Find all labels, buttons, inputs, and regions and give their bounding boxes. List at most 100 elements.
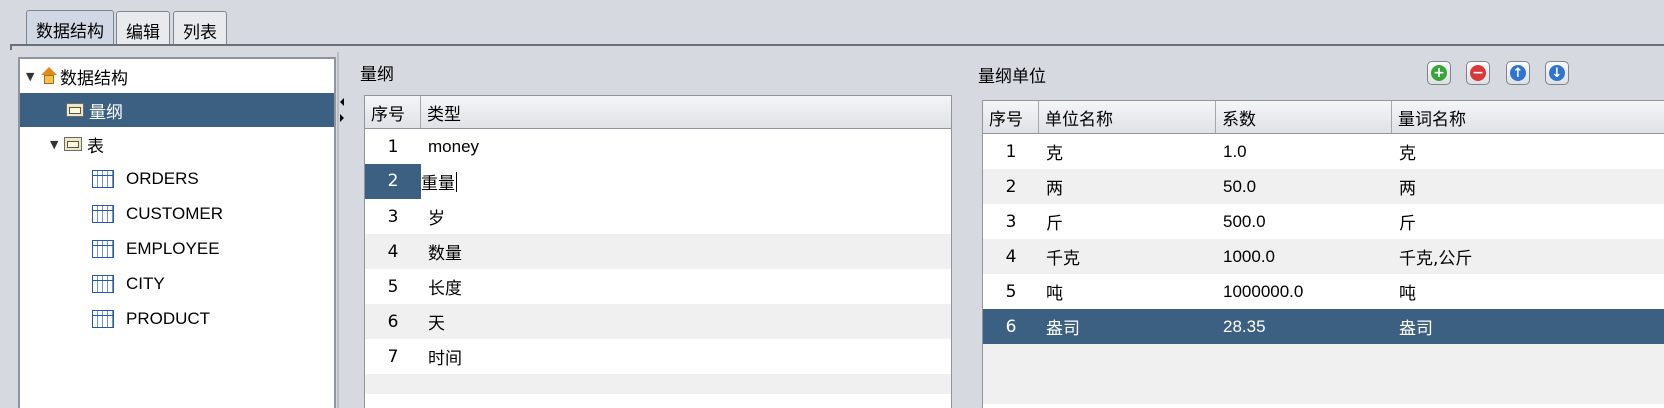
table-row[interactable]: 7 时间 [365,339,951,374]
expand-triangle-icon[interactable]: ▼ [26,70,40,83]
splitter-arrows-icon[interactable] [337,52,351,408]
table-row-editing[interactable]: 2 重量 [365,164,951,199]
row-measure-name[interactable]: 吨 [1392,279,1664,304]
row-measure-name[interactable]: 克 [1392,139,1664,164]
row-number: 3 [1005,211,1017,232]
tree-table-label: CUSTOMER [126,203,223,223]
add-icon: + [1431,65,1447,81]
row-factor[interactable]: 28.35 [1216,317,1392,337]
row-number: 4 [387,241,399,262]
tree-table-label: EMPLOYEE [126,238,220,258]
table-icon [92,274,114,293]
row-factor[interactable]: 1000000.0 [1216,282,1392,302]
row-type[interactable]: 长度 [421,274,951,299]
tree-table-label: ORDERS [126,168,199,188]
remove-icon: − [1470,65,1486,81]
table-row[interactable]: 6 天 [365,304,951,339]
table-row[interactable]: 3 岁 [365,199,951,234]
table-icon [92,309,114,328]
column-header-unit-name[interactable]: 单位名称 [1039,101,1216,133]
row-type[interactable]: money [421,137,951,157]
column-header-measure-name[interactable]: 量词名称 [1392,101,1664,133]
tab-edit[interactable]: 编辑 [116,11,170,45]
arrow-down-icon: ↓ [1549,65,1565,81]
type-edit-field[interactable]: 重量 [421,164,951,199]
dimension-table: 序号 类型 1 money 2 重量 3 岁 4 数量 5 长度 6 天 7 时… [364,95,952,408]
table-row[interactable]: 4 千克 1000.0 千克,公斤 [983,239,1664,274]
column-header-no[interactable]: 序号 [983,101,1039,133]
add-button[interactable]: + [1427,61,1451,85]
row-factor[interactable]: 500.0 [1216,212,1392,232]
tab-strip [0,0,1664,46]
unit-panel-title: 量纲单位 [978,67,1046,87]
table-row[interactable]: 3 斤 500.0 斤 [983,204,1664,239]
row-number: 6 [387,311,399,332]
row-measure-name[interactable]: 盎司 [1392,314,1664,339]
table-icon [92,204,114,223]
column-header-type[interactable]: 类型 [421,96,951,128]
row-number: 2 [1005,176,1017,197]
expand-triangle-icon[interactable]: ▼ [50,138,64,151]
row-unit-name[interactable]: 盎司 [1039,314,1216,339]
tree-root[interactable]: ▼ 数据结构 [20,59,334,93]
row-measure-name[interactable]: 千克,公斤 [1392,244,1664,269]
row-unit-name[interactable]: 克 [1039,139,1216,164]
tree-table-city[interactable]: CITY [20,266,334,301]
folder-icon [64,137,82,151]
row-unit-name[interactable]: 斤 [1039,209,1216,234]
row-number: 5 [1005,281,1017,302]
row-number: 2 [365,164,421,199]
row-type[interactable]: 天 [421,309,951,334]
row-type[interactable]: 数量 [421,239,951,264]
table-header: 序号 类型 [365,96,951,129]
tree-root-label: 数据结构 [60,68,128,89]
move-down-button[interactable]: ↓ [1545,61,1569,85]
table-row[interactable]: 2 两 50.0 两 [983,169,1664,204]
tree-table-product[interactable]: PRODUCT [20,301,334,336]
splitter[interactable] [337,52,351,408]
empty-area [983,344,1664,404]
row-unit-name[interactable]: 千克 [1039,244,1216,269]
column-header-factor[interactable]: 系数 [1216,101,1392,133]
tree-item-label: 量纲 [89,102,123,123]
house-icon [40,67,58,85]
tree-table-label: CITY [126,273,165,293]
table-row[interactable]: 1 克 1.0 克 [983,134,1664,169]
tree-table-label: PRODUCT [126,308,211,328]
tree-table-orders[interactable]: ORDERS [20,161,334,196]
row-number: 1 [1005,141,1017,162]
row-factor[interactable]: 1000.0 [1216,247,1392,267]
table-row-selected[interactable]: 6 盎司 28.35 盎司 [983,309,1664,344]
row-factor[interactable]: 50.0 [1216,177,1392,197]
row-number: 3 [387,206,399,227]
row-type[interactable]: 时间 [421,344,951,369]
tree-table-customer[interactable]: CUSTOMER [20,196,334,231]
tree-item-tables[interactable]: ▼ 表 [20,127,334,161]
edit-field-text: 重量 [421,174,455,194]
move-up-button[interactable]: ↑ [1506,61,1530,85]
dimension-panel-title: 量纲 [360,65,394,85]
row-number: 5 [387,276,399,297]
text-caret [456,171,457,192]
row-measure-name[interactable]: 两 [1392,174,1664,199]
table-row[interactable]: 5 吨 1000000.0 吨 [983,274,1664,309]
table-row[interactable]: 1 money [365,129,951,164]
row-number: 6 [1005,316,1017,337]
table-row[interactable]: 4 数量 [365,234,951,269]
row-unit-name[interactable]: 两 [1039,174,1216,199]
tree-item-label: 表 [87,136,104,157]
tree-panel: ▼ 数据结构 量纲 ▼ 表 ORDERS CUSTOMER EMPLOYEE C… [18,57,336,408]
row-type[interactable]: 岁 [421,204,951,229]
tree-table-employee[interactable]: EMPLOYEE [20,231,334,266]
unit-table: 序号 单位名称 系数 量词名称 1 克 1.0 克 2 两 50.0 两 3 斤… [982,100,1664,408]
column-header-no[interactable]: 序号 [365,96,421,128]
table-row[interactable]: 5 长度 [365,269,951,304]
row-measure-name[interactable]: 斤 [1392,209,1664,234]
tree-item-dimension[interactable]: 量纲 [20,93,334,127]
remove-button[interactable]: − [1466,61,1490,85]
row-factor[interactable]: 1.0 [1216,142,1392,162]
tab-list[interactable]: 列表 [173,11,227,45]
folder-icon [66,103,84,117]
tab-data-structure[interactable]: 数据结构 [26,10,114,46]
row-unit-name[interactable]: 吨 [1039,279,1216,304]
